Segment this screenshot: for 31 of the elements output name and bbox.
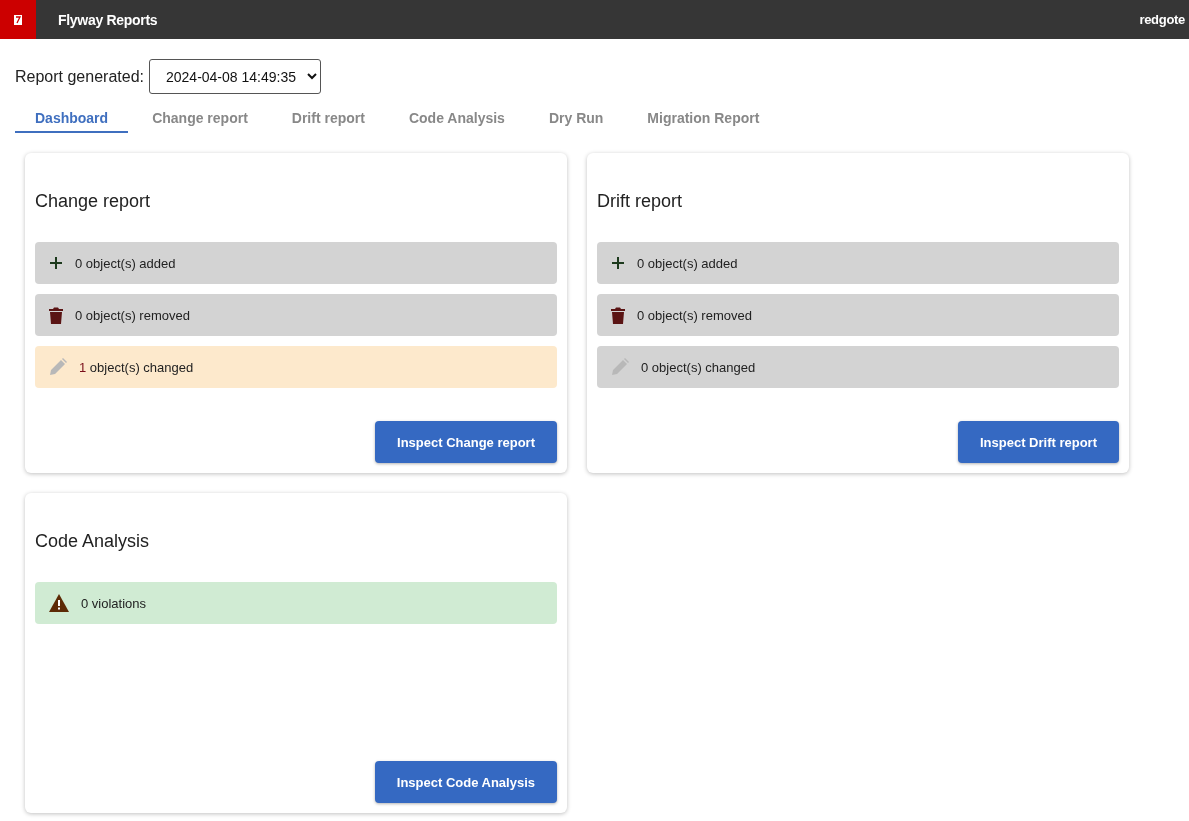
summary-text: 0 object(s) added (637, 255, 738, 271)
tab[interactable]: Migration Report (627, 110, 780, 133)
report-date-select[interactable]: 2024-04-08 14:49:35 (149, 59, 321, 94)
brand-name: redgote (1139, 12, 1185, 27)
inspect-button[interactable]: Inspect Drift report (958, 421, 1119, 463)
summary-text: 0 object(s) added (75, 255, 176, 271)
logo-icon (14, 14, 22, 25)
trash-icon (611, 306, 625, 324)
summary-text: 0 object(s) changed (641, 359, 756, 375)
tab[interactable]: Dashboard (15, 110, 129, 133)
report-generated-label: Report generated: (15, 67, 144, 86)
inspect-button[interactable]: Inspect Code Analysis (374, 761, 557, 803)
plus-icon (611, 256, 625, 270)
summary-text: 0 object(s) removed (637, 307, 752, 323)
card-title: Change report (35, 191, 152, 212)
summary-text: 1 object(s) changed (79, 359, 194, 375)
summary-text: 0 object(s) removed (75, 307, 190, 323)
card-title: Code Analysis (35, 531, 151, 552)
summary-text: 0 violations (81, 595, 147, 611)
tab[interactable]: Code Analysis (388, 110, 525, 133)
trash-icon (49, 306, 63, 324)
tab[interactable]: Change report (132, 110, 268, 133)
tab[interactable]: Dry Run (528, 110, 624, 133)
plus-icon (49, 256, 63, 270)
warning-icon (49, 594, 69, 612)
inspect-button[interactable]: Inspect Change report (375, 421, 557, 463)
pencil-icon (49, 358, 67, 376)
card-title: Drift report (597, 191, 684, 212)
tab[interactable]: Drift report (271, 110, 385, 133)
app-title: Flyway Reports (58, 11, 158, 28)
pencil-icon (611, 358, 629, 376)
